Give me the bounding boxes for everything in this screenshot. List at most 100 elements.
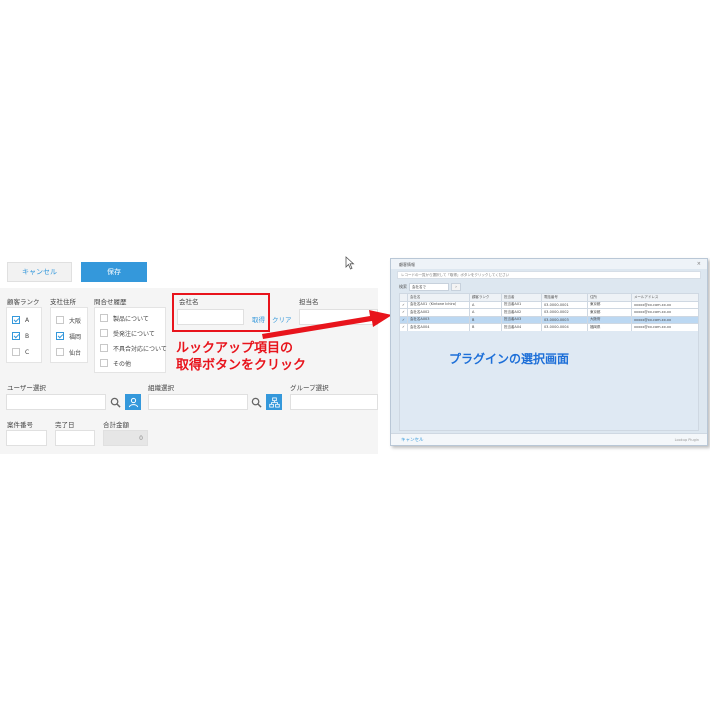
- user-select-input[interactable]: [6, 394, 106, 410]
- checkbox-icon: [100, 344, 108, 352]
- table-cell: B: [468, 315, 502, 324]
- dialog-search-button[interactable]: ›: [451, 283, 461, 291]
- checkbox-checked-icon: [12, 332, 20, 340]
- column-header: 電話番号: [540, 293, 588, 302]
- dialog-footer: キャンセル Lookup Plugin: [391, 433, 707, 445]
- record-edit-form: キャンセル 保存 顧客ランク A B C 支社住所 大阪 福岡 仙台 問合せ履歴…: [0, 258, 378, 454]
- table-row-selected[interactable]: ✓ 会社名A003 B 担当者A03 03-0000-0003 大阪府 xxxxx@xx.c…: [399, 315, 700, 324]
- lookup-clear-button[interactable]: クリア: [272, 314, 292, 324]
- table-cell: xxxxx@xx.com.xx.xx: [630, 323, 700, 332]
- checkbox-icon: [100, 329, 108, 337]
- column-header: メールアドレス: [630, 293, 700, 302]
- table-cell: 03-0000-0002: [540, 308, 588, 317]
- table-cell: xxxxx@xx.com.xx.xx: [630, 315, 700, 324]
- total-value: 0: [103, 430, 148, 446]
- group-select-input[interactable]: [290, 394, 378, 410]
- history-option-order[interactable]: 受発注について: [100, 328, 155, 338]
- table-cell: 担当者A02: [500, 308, 542, 317]
- column-header: 顧客ランク: [468, 293, 502, 302]
- user-icon[interactable]: [125, 394, 141, 410]
- history-checkbox-group: 製品について 受発注について 不具合対応について その他: [94, 307, 167, 373]
- table-row[interactable]: ✓ 会社名A01（Kintone Ichiro） A 担当者A01 03-0000-00…: [399, 300, 700, 309]
- close-icon[interactable]: ×: [697, 261, 701, 267]
- table-cell: A: [468, 308, 502, 317]
- support-option-sendai[interactable]: 仙台: [56, 347, 81, 357]
- highlight-box: [172, 293, 270, 332]
- org-select-label: 組織選択: [148, 384, 174, 392]
- table-cell: 東京都: [586, 308, 632, 317]
- dialog-instructions: レコードの一覧から選択して「取得」ボタンをクリックしてください: [397, 271, 701, 279]
- save-button[interactable]: 保存: [81, 262, 147, 282]
- table-cell: A: [468, 300, 502, 309]
- table-row[interactable]: ✓ 会社名A002 A 担当者A02 03-0000-0002 東京都 xxxxx@xx.c…: [399, 308, 700, 317]
- date-label: 完了日: [55, 421, 75, 429]
- column-header: 担当者: [500, 293, 542, 302]
- table-empty-area: [399, 331, 699, 431]
- support-checkbox-group: 大阪 福岡 仙台: [50, 307, 88, 363]
- history-option-other[interactable]: その他: [100, 358, 131, 368]
- table-cell: 03-0000-0001: [540, 300, 588, 309]
- table-cell: 大阪府: [586, 315, 632, 324]
- plugin-caption: プラグインの選択画面: [449, 352, 570, 366]
- user-select-label: ユーザー選択: [7, 384, 46, 392]
- table-cell: 福岡県: [586, 323, 632, 332]
- table-cell: ✓: [399, 300, 408, 309]
- checkbox-icon: [12, 348, 20, 356]
- column-header: 住所: [586, 293, 632, 302]
- table-cell: 会社名A004: [406, 323, 470, 332]
- table-cell: 担当者A04: [500, 323, 542, 332]
- dialog-search-input[interactable]: 会社名で: [409, 283, 449, 291]
- rank-option-c[interactable]: C: [12, 347, 29, 357]
- checkbox-icon: [56, 348, 64, 356]
- composite-screenshot: キャンセル 保存 顧客ランク A B C 支社住所 大阪 福岡 仙台 問合せ履歴…: [0, 0, 710, 710]
- checkbox-icon: [56, 316, 64, 324]
- contact-input[interactable]: [299, 309, 378, 325]
- support-label: 支社住所: [50, 298, 76, 306]
- org-select-input[interactable]: [148, 394, 248, 410]
- contact-label: 担当名: [299, 298, 319, 306]
- search-icon[interactable]: [107, 394, 123, 410]
- table-cell: xxxxx@xx.com.xx.xx: [630, 308, 700, 317]
- date-input[interactable]: [55, 430, 95, 446]
- table-cell: 会社名A003: [406, 315, 470, 324]
- case-no-label: 案件番号: [7, 421, 33, 429]
- table-header-row: 会社名 顧客ランク 担当者 電話番号 住所 メールアドレス: [399, 293, 700, 302]
- table-cell: ✓: [399, 315, 408, 324]
- rank-option-b[interactable]: B: [12, 331, 29, 341]
- group-select-label: グループ選択: [290, 384, 329, 392]
- table-cell: 03-0000-0003: [540, 315, 588, 324]
- table-cell: 東京都: [586, 300, 632, 309]
- rank-checkbox-group: A B C: [6, 307, 42, 363]
- org-chart-icon[interactable]: [266, 394, 282, 410]
- case-no-input[interactable]: [6, 430, 47, 446]
- table-cell: B: [468, 323, 502, 332]
- support-option-fukuoka[interactable]: 福岡: [56, 331, 81, 341]
- mouse-cursor-icon: [345, 256, 355, 270]
- table-cell: 担当者A01: [500, 300, 542, 309]
- table-cell: 会社名A002: [406, 308, 470, 317]
- table-cell: xxxxx@xx.com.xx.xx: [630, 300, 700, 309]
- checkbox-icon: [100, 314, 108, 322]
- checkbox-checked-icon: [56, 332, 64, 340]
- table-cell: ✓: [399, 308, 408, 317]
- table-cell: ✓: [399, 323, 408, 332]
- history-option-defect[interactable]: 不具合対応について: [100, 343, 167, 353]
- column-header: 会社名: [406, 293, 470, 302]
- form-toolbar: キャンセル 保存: [0, 258, 378, 288]
- cancel-button[interactable]: キャンセル: [7, 262, 72, 282]
- checkbox-icon: [100, 359, 108, 367]
- table-cell: 03-0000-0004: [540, 323, 588, 332]
- lookup-caption: ルックアップ項目の 取得ボタンをクリック: [176, 341, 307, 373]
- history-option-product[interactable]: 製品について: [100, 313, 149, 323]
- table-row[interactable]: ✓ 会社名A004 B 担当者A04 03-0000-0004 福岡県 xxxxx@xx.c…: [399, 323, 700, 332]
- dialog-search-label: 検索: [399, 284, 407, 289]
- support-option-osaka[interactable]: 大阪: [56, 315, 81, 325]
- dialog-cancel-button[interactable]: キャンセル: [401, 437, 424, 443]
- rank-label: 顧客ランク: [7, 298, 40, 306]
- search-icon[interactable]: [248, 394, 264, 410]
- plugin-credit: Lookup Plugin: [674, 438, 699, 442]
- rank-option-a[interactable]: A: [12, 315, 29, 325]
- table-cell: 担当者A03: [500, 315, 542, 324]
- table-cell: 会社名A01（Kintone Ichiro）: [406, 300, 470, 309]
- history-label: 問合せ履歴: [94, 298, 127, 306]
